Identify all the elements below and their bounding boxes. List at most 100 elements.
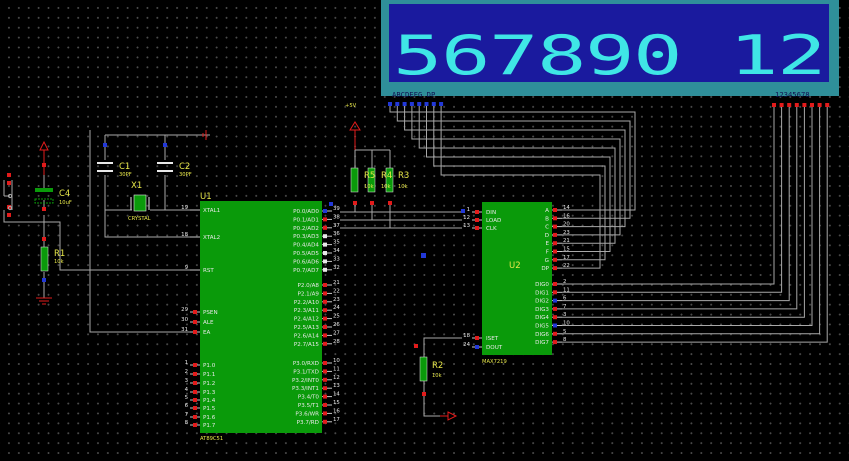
- u1-pin-name: P2.2/A10: [294, 300, 320, 306]
- digit-wire: [562, 107, 790, 302]
- display-segment-pin: [424, 102, 429, 106]
- pin-state: [323, 419, 327, 424]
- u1-pin-name: P2.7/A15: [294, 342, 320, 348]
- u1-pin-number: 22: [333, 288, 340, 294]
- display-pins: [388, 102, 830, 107]
- u1-pin-number: 11: [333, 366, 340, 372]
- u2-pin-name: DIN: [486, 210, 496, 216]
- display-digits-label: 12345678: [775, 90, 810, 99]
- u1-pin-name: P0.1/AD1: [293, 217, 319, 223]
- u1-pin-name: P0.4/AD4: [293, 243, 319, 249]
- r5-body-icon: [350, 167, 359, 193]
- u1-pin-number: 34: [333, 248, 340, 254]
- u1-pin-number: 14: [333, 392, 340, 398]
- u2-pin-name: DIG1: [535, 290, 549, 296]
- pin-state: [323, 209, 327, 213]
- r4-value: 10k: [381, 184, 391, 190]
- u2-pin-name: E: [545, 241, 549, 247]
- display-digit-pin: [810, 103, 814, 107]
- u2-pin-number: 3: [563, 312, 566, 318]
- pin-state: [323, 283, 327, 287]
- digit-wire: [562, 107, 821, 335]
- display-segment-pin: [409, 102, 414, 106]
- u1-pin-number: 31: [181, 327, 188, 333]
- pin-state: [323, 403, 327, 407]
- vcc-arrow-icon: [447, 411, 458, 421]
- u2-pin-number: 1: [467, 207, 470, 213]
- u1-pin-number: 1: [185, 360, 188, 366]
- r2-ref: R2: [432, 361, 443, 371]
- u1-pin-name: P3.4/T0: [298, 395, 320, 401]
- c4-ref: C4: [59, 189, 70, 199]
- pin-state: [553, 224, 557, 229]
- u1-pin-name: P1.7: [203, 423, 216, 429]
- u1-part: AT89C51: [200, 436, 223, 442]
- pin-state: [553, 315, 557, 320]
- pin-state: [323, 361, 327, 365]
- u2-pin-number: 12: [463, 215, 470, 221]
- r3-value: 10k: [398, 184, 408, 190]
- u2-pin-name: A: [545, 208, 549, 214]
- u1-pin-name: P1.2: [203, 381, 215, 387]
- junction-dot: [329, 202, 333, 206]
- u1-pin-name: P3.6/WR: [295, 411, 319, 417]
- u2-display-driver[interactable]: 1 DIN12 LOAD13 CLK18 ISET24 DOUT 14A16B20C23D…: [463, 202, 570, 355]
- u1-pin-number: 6: [185, 403, 189, 409]
- display-segment-pin: [439, 102, 444, 106]
- u2-pin-name: DIG0: [535, 282, 549, 288]
- pin-state: [323, 411, 327, 416]
- pin-state: [323, 341, 327, 346]
- pin-state: [475, 226, 479, 230]
- u1-pin-number: 35: [333, 240, 340, 246]
- u1-pin-number: 10: [333, 358, 340, 364]
- u2-pin-number: 10: [563, 321, 570, 327]
- spi-wires: [340, 211, 462, 229]
- u2-pin-name: DIG7: [535, 340, 549, 346]
- u1-pin-number: 21: [333, 280, 340, 286]
- display-segments-label: ABCDEFG DP: [392, 90, 435, 99]
- pin-state-float: [323, 234, 327, 239]
- u1-pin-name: P0.3/AD3: [293, 234, 319, 240]
- u1-pin-number: 8: [185, 420, 189, 426]
- vcc-arrow-icon: [39, 140, 49, 151]
- u1-pin-number: 24: [333, 305, 340, 311]
- u1-pin-number: 28: [333, 339, 340, 345]
- u1-pin-name: P2.3/A11: [294, 308, 320, 314]
- u1-pin-number: 39: [333, 206, 340, 212]
- u2-pin-number: 14: [563, 205, 570, 211]
- pin-state-high: [193, 363, 197, 367]
- c2-ref: C2: [179, 162, 190, 172]
- pin-state-high: [193, 310, 197, 314]
- u2-pin-number: 13: [463, 223, 470, 229]
- pin-state: [323, 369, 327, 374]
- pin-state: [323, 316, 327, 321]
- u2-pin-number: 24: [463, 342, 470, 348]
- u1-pin-name: P1.3: [203, 390, 216, 396]
- u1-pin-number: 4: [185, 387, 189, 393]
- seven-segment-display[interactable]: 567890 12 ABCDEFG DP 12345678: [381, 0, 839, 107]
- display-digit-pin: [825, 103, 830, 107]
- display-digit-pin: [772, 103, 776, 107]
- u2-pin-number: 15: [563, 247, 570, 253]
- display-digit-pin: [794, 103, 799, 107]
- u1-pin-name: P2.6/A14: [294, 333, 320, 339]
- display-segment-pin: [402, 102, 407, 106]
- u1-ref: U1: [200, 192, 212, 202]
- digit-wire: [562, 107, 775, 285]
- u1-microcontroller[interactable]: 19 XTAL1 18 XTAL2 9 RST 29 PSEN 30 ALE 31 EA 1 P1.0 2 P…: [181, 201, 340, 433]
- u1-pin-name: P0.6/AD6: [293, 259, 319, 265]
- u1-pin-name: P1.0: [203, 363, 216, 369]
- pin-state-float: [323, 242, 327, 247]
- u1-pin-name: PSEN: [203, 310, 218, 316]
- u2-part: MAX7219: [482, 359, 507, 365]
- u2-pin-name: G: [545, 258, 549, 264]
- u1-pin-name: P3.0/RXD: [293, 361, 319, 367]
- u2-pin-name: DP: [541, 266, 549, 272]
- u1-pin-name: EA: [203, 330, 211, 336]
- u1-pin-number: 13: [333, 383, 340, 389]
- u1-pin-number: 5: [185, 395, 188, 401]
- schematic-drawing[interactable]: 567890 12 ABCDEFG DP 12345678 C4 10uF R1: [0, 0, 849, 461]
- c1-plate-icon: [97, 162, 113, 164]
- u1-pin-number: 18: [181, 232, 188, 238]
- u1-pin-name: P0.7/AD7: [293, 268, 319, 274]
